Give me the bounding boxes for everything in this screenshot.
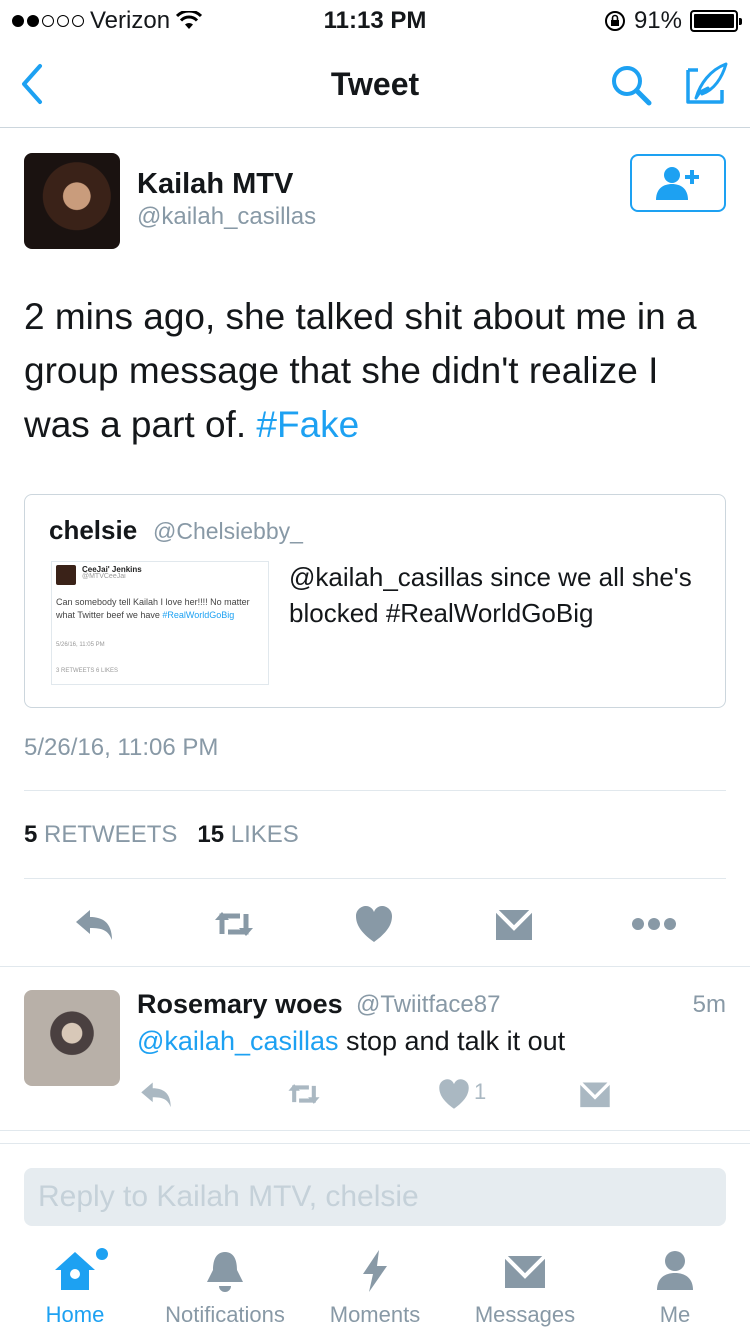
bell-icon <box>207 1252 243 1292</box>
mini-stats: 3 RETWEETS 6 LIKES <box>56 668 119 674</box>
reply-icon[interactable] <box>138 1076 174 1112</box>
tab-me[interactable]: Me <box>600 1244 750 1334</box>
battery-icon <box>690 10 742 32</box>
tweet-actions <box>0 894 750 954</box>
tweet-timestamp: 5/26/16, 11:06 PM <box>24 734 219 761</box>
like-label: LIKES <box>230 821 299 848</box>
reply-icon[interactable] <box>72 902 116 946</box>
reply-bar-divider <box>0 1143 750 1144</box>
section-divider <box>0 966 750 967</box>
like-icon[interactable] <box>352 902 396 946</box>
rotation-lock-icon <box>604 11 625 31</box>
search-icon[interactable] <box>608 62 654 108</box>
reply-text: @kailah_casillas stop and talk it out <box>137 1026 565 1057</box>
tab-bar: Home Notifications Moments Messages Me <box>0 1244 750 1334</box>
avatar[interactable] <box>24 153 120 249</box>
mini-text: Can somebody tell Kailah I love her!!!! … <box>56 596 261 622</box>
section-divider <box>0 1130 750 1131</box>
reply-time: 5m <box>692 991 726 1018</box>
divider <box>24 790 726 791</box>
tweet-body: 2 mins ago, she talked shit about me in … <box>24 296 697 445</box>
quoted-tweet[interactable]: chelsie @Chelsiebby_ CeeJai' Jenkins @MT… <box>24 494 726 708</box>
retweet-icon[interactable] <box>212 902 256 946</box>
compose-icon[interactable] <box>684 60 728 106</box>
reply-box[interactable] <box>24 1168 726 1226</box>
reply-like-count: 1 <box>474 1079 487 1104</box>
mini-avatar <box>56 565 76 585</box>
battery-group: 91% <box>604 7 742 35</box>
tab-label: Notifications <box>165 1302 285 1327</box>
tab-messages[interactable]: Messages <box>450 1244 600 1334</box>
tab-label: Messages <box>474 1302 576 1327</box>
mention-link[interactable]: @kailah_casillas <box>137 1026 339 1056</box>
like-icon[interactable] <box>436 1076 472 1112</box>
reply-avatar[interactable] <box>24 990 120 1086</box>
tweet-text: 2 mins ago, she talked shit about me in … <box>24 290 724 452</box>
notification-dot <box>96 1248 108 1260</box>
tab-label: Moments <box>329 1302 421 1327</box>
add-user-icon <box>656 167 699 200</box>
author-name[interactable]: Kailah MTV <box>137 168 293 201</box>
retweet-count: 5 <box>24 821 38 848</box>
nav-bar: Tweet <box>0 40 750 128</box>
divider <box>24 878 726 879</box>
tab-notifications[interactable]: Notifications <box>150 1244 300 1334</box>
reply-author-name[interactable]: Rosemary woes <box>137 989 343 1020</box>
mini-hashtag: #RealWorldGoBig <box>162 610 235 620</box>
retweet-label: RETWEETS <box>44 821 178 848</box>
mini-date: 5/26/16, 11:05 PM <box>56 642 105 648</box>
tab-moments[interactable]: Moments <box>300 1244 450 1334</box>
retweet-stat[interactable]: 5 RETWEETS <box>24 821 177 848</box>
reply-author-handle[interactable]: @Twiitface87 <box>356 991 500 1019</box>
battery-percent: 91% <box>633 7 682 34</box>
direct-message-icon[interactable] <box>577 1076 613 1112</box>
retweet-icon[interactable] <box>286 1076 322 1112</box>
envelope-icon <box>503 1254 547 1288</box>
like-count: 15 <box>197 821 225 848</box>
reply-body: stop and talk it out <box>338 1026 566 1056</box>
lightning-icon <box>363 1250 387 1292</box>
quoted-text: @kailah_casillas since we all she's bloc… <box>289 562 692 628</box>
quoted-screenshot: CeeJai' Jenkins @MTVCeeJai Can somebody … <box>51 561 269 685</box>
hashtag-link[interactable]: #Fake <box>256 404 359 445</box>
reply-input[interactable] <box>24 1168 726 1226</box>
like-stat[interactable]: 15 LIKES <box>197 821 298 848</box>
author-handle[interactable]: @kailah_casillas <box>137 203 316 231</box>
quoted-author-handle: @Chelsiebby_ <box>153 518 303 544</box>
tab-home[interactable]: Home <box>0 1244 150 1334</box>
home-icon <box>55 1252 95 1290</box>
person-icon <box>657 1251 693 1290</box>
status-bar: Verizon 11:13 PM 91% <box>0 0 750 40</box>
engagement-stats: 5 RETWEETS 15 LIKES <box>24 821 299 849</box>
more-icon[interactable] <box>632 902 676 946</box>
direct-message-icon[interactable] <box>492 902 536 946</box>
follow-button[interactable] <box>630 154 726 212</box>
quoted-author-name: chelsie <box>49 515 138 545</box>
tab-label: Me <box>659 1302 691 1327</box>
mini-handle: @MTVCeeJai <box>82 573 126 580</box>
tab-label: Home <box>45 1302 105 1327</box>
